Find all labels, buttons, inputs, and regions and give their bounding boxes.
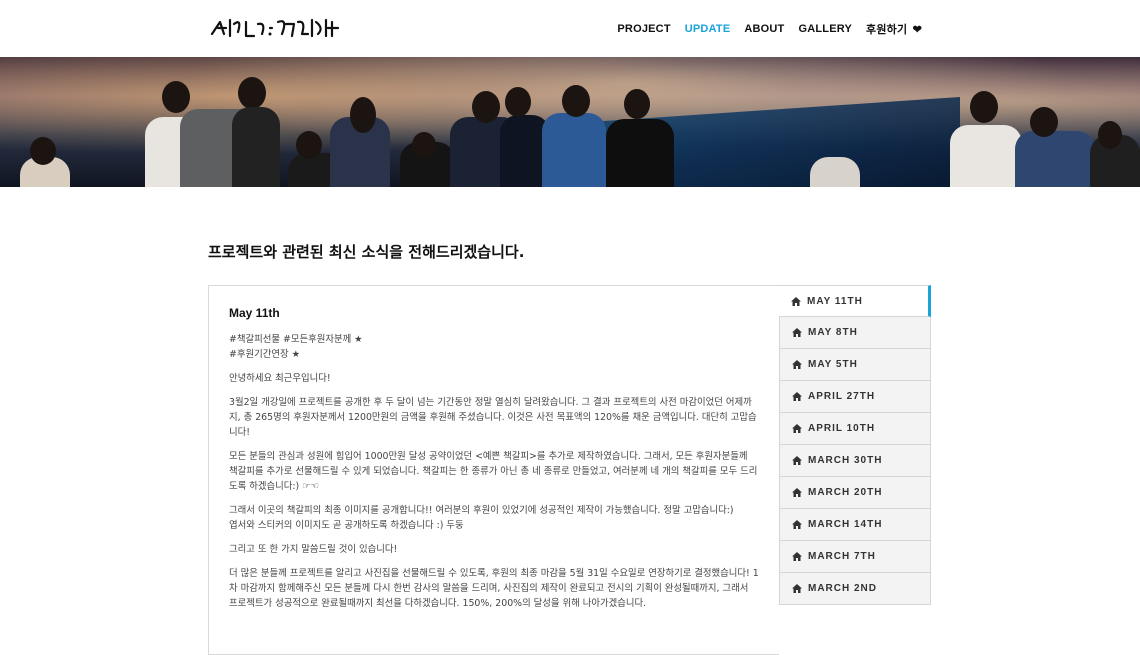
post-paragraph: 3월2일 개강일에 프로젝트를 공개한 후 두 달이 넘는 기간동안 정말 열심… [229, 397, 757, 438]
home-icon [792, 456, 802, 465]
post-body: #책갈피선물 #모든후원자분께 ★ #후원기간연장 ★ 안녕하세요 최근우입니다… [229, 332, 759, 611]
home-icon [792, 360, 802, 369]
main-nav: PROJECT UPDATE ABOUT GALLERY 후원하기 ❤ [617, 0, 922, 57]
home-icon [792, 552, 802, 561]
home-icon [791, 296, 801, 306]
nav-project[interactable]: PROJECT [617, 23, 670, 35]
nav-support-label: 후원하기 [866, 23, 908, 36]
tab-march-2nd[interactable]: MARCH 2ND [779, 573, 931, 605]
tab-march-7th[interactable]: MARCH 7TH [779, 541, 931, 573]
update-tabs: MAY 11TH MAY 8TH MAY 5TH APRIL 27TH APRI… [779, 285, 931, 605]
hero-banner [0, 57, 1140, 187]
post-paragraph: 그래서 이곳의 책갈피의 최종 이미지를 공개합니다!! 여러분의 후원이 있었… [229, 505, 734, 531]
home-icon [792, 424, 802, 433]
tab-label: APRIL 27TH [808, 391, 876, 402]
tab-march-20th[interactable]: MARCH 20TH [779, 477, 931, 509]
post-paragraph: 더 많은 분들께 프로젝트를 알리고 사진집을 선물해드릴 수 있도록, 후원의… [229, 568, 759, 609]
post-date: May 11th [229, 306, 280, 320]
tab-may-11th[interactable]: MAY 11TH [779, 285, 931, 317]
post-paragraph: 그리고 또 한 가지 말씀드릴 것이 있습니다! [229, 544, 398, 555]
nav-update[interactable]: UPDATE [685, 23, 731, 35]
tab-may-5th[interactable]: MAY 5TH [779, 349, 931, 381]
home-icon [792, 488, 802, 497]
tab-label: APRIL 10TH [808, 423, 876, 434]
home-icon [792, 584, 802, 593]
header: PROJECT UPDATE ABOUT GALLERY 후원하기 ❤ [0, 0, 1140, 57]
tab-label: MAY 11TH [807, 295, 863, 307]
post-paragraph: 모든 분들의 관심과 성원에 힘입어 1000만원 달성 공약이었던 <예쁜 책… [229, 451, 758, 492]
nav-about[interactable]: ABOUT [744, 23, 784, 35]
home-icon [792, 520, 802, 529]
tab-march-14th[interactable]: MARCH 14TH [779, 509, 931, 541]
home-icon [792, 328, 802, 337]
heart-icon: ❤ [912, 23, 922, 36]
tab-april-27th[interactable]: APRIL 27TH [779, 381, 931, 413]
post-hashtags: #책갈피선물 #모든후원자분께 ★ #후원기간연장 ★ [229, 334, 363, 360]
page-title: 프로젝트와 관련된 최신 소식을 전해드리겠습니다. [208, 243, 525, 261]
tab-label: MARCH 30TH [808, 455, 883, 466]
post-panel: May 11th #책갈피선물 #모든후원자분께 ★ #후원기간연장 ★ 안녕하… [208, 285, 779, 655]
tab-label: MAY 5TH [808, 359, 858, 370]
post-greeting: 안녕하세요 최근우입니다! [229, 373, 331, 384]
tab-label: MAY 8TH [808, 327, 858, 338]
home-icon [792, 392, 802, 401]
tab-label: MARCH 20TH [808, 487, 883, 498]
site-logo[interactable] [208, 14, 348, 42]
tab-march-30th[interactable]: MARCH 30TH [779, 445, 931, 477]
nav-support[interactable]: 후원하기 ❤ [866, 21, 922, 37]
tab-label: MARCH 2ND [808, 583, 877, 594]
tab-label: MARCH 7TH [808, 551, 876, 562]
tab-label: MARCH 14TH [808, 519, 883, 530]
nav-gallery[interactable]: GALLERY [798, 23, 852, 35]
tab-may-8th[interactable]: MAY 8TH [779, 317, 931, 349]
tab-april-10th[interactable]: APRIL 10TH [779, 413, 931, 445]
